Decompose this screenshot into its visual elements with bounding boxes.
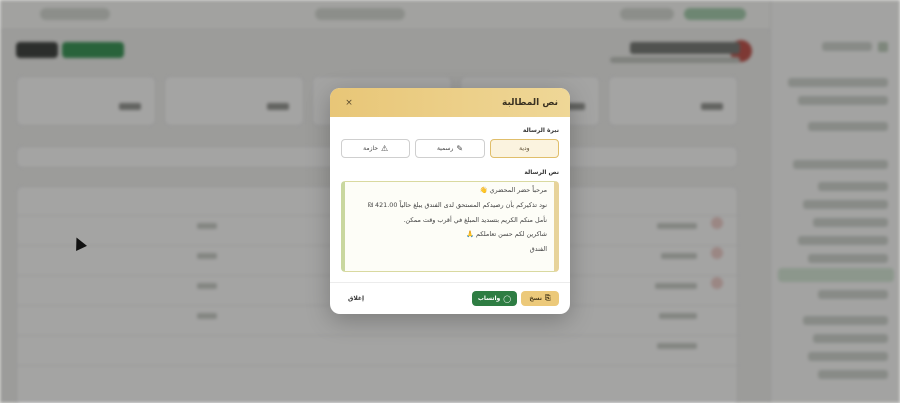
copy-button-label: نسخ [529, 295, 543, 302]
tone-formal-label: رسمية [436, 145, 454, 152]
close-icon[interactable]: × [342, 98, 356, 108]
message-label: نص الرسالة [524, 169, 559, 176]
modal-body: نبرة الرسالة ودية ✎ رسمية ⚠ حازمة نص الر… [330, 117, 570, 272]
tone-label: نبرة الرسالة [522, 127, 559, 134]
message-line: شاكرين لكم حسن تعاملكم 🙏 [466, 230, 547, 239]
modal-title: نص المطالبة [502, 97, 558, 108]
message-line: نأمل منكم الكريم بتسديد المبلغ في أقرب و… [403, 215, 547, 224]
tone-formal-button[interactable]: ✎ رسمية [415, 139, 485, 158]
tone-selector: ودية ✎ رسمية ⚠ حازمة [341, 139, 559, 158]
message-line: مرحباً حضر المحضري 👋 [479, 186, 547, 194]
copy-button[interactable]: ⎘ نسخ [521, 291, 559, 306]
close-button[interactable]: إغلاق [341, 291, 371, 306]
whatsapp-button[interactable]: ◯ واتساب [472, 291, 517, 306]
pencil-icon: ✎ [456, 143, 464, 153]
warning-icon: ⚠ [381, 143, 389, 153]
copy-icon: ⎘ [545, 294, 551, 302]
message-line: الفندق [529, 245, 547, 254]
modal-header: نص المطالبة × [330, 88, 570, 117]
tone-firm-label: حازمة [363, 145, 379, 152]
tone-friendly-label: ودية [519, 145, 530, 152]
modal-footer: ⎘ نسخ ◯ واتساب إغلاق [330, 282, 570, 314]
claim-text-modal: نص المطالبة × نبرة الرسالة ودية ✎ رسمية … [330, 88, 570, 314]
tone-friendly-button[interactable]: ودية [489, 139, 559, 158]
message-textarea[interactable]: مرحباً حضر المحضري 👋 نود تذكيركم بأن رصي… [341, 181, 559, 272]
whatsapp-icon: ◯ [503, 294, 512, 303]
whatsapp-button-label: واتساب [477, 295, 501, 302]
message-line: نود تذكيركم بأن رصيدكم المستحق لدى الفند… [367, 200, 547, 209]
close-button-label: إغلاق [347, 295, 365, 302]
tone-firm-button[interactable]: ⚠ حازمة [341, 139, 411, 158]
